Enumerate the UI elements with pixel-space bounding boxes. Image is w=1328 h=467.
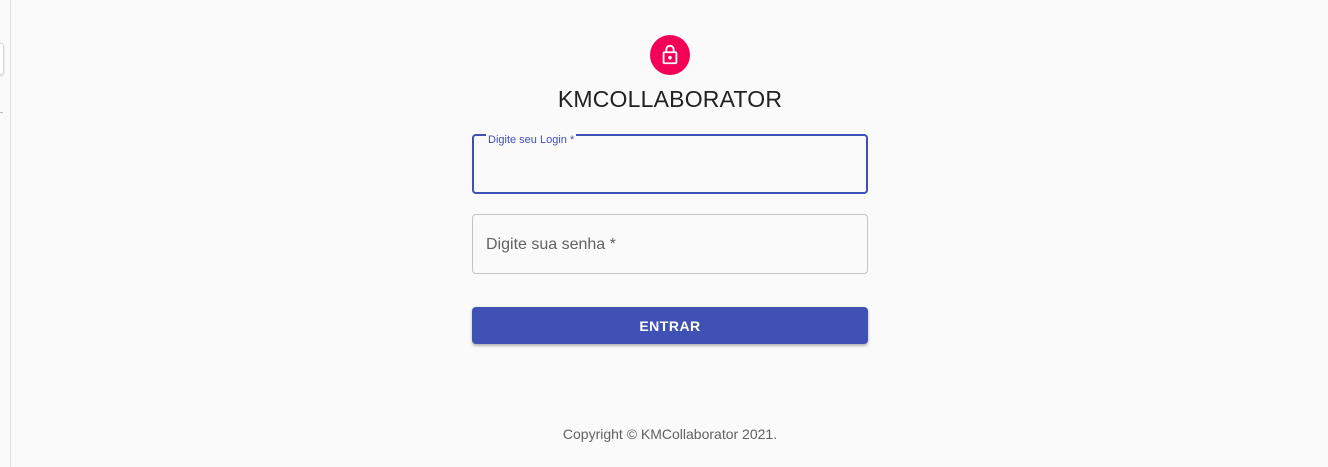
password-field[interactable]: Digite sua senha * bbox=[472, 214, 868, 274]
sidebar-divider bbox=[0, 112, 3, 113]
sidebar-toggle-handle[interactable] bbox=[0, 43, 4, 75]
left-sidebar-edge bbox=[0, 0, 11, 467]
lock-icon bbox=[659, 44, 681, 66]
app-title: KMCOLLABORATOR bbox=[557, 86, 783, 112]
login-field[interactable]: Digite seu Login * bbox=[472, 134, 868, 194]
login-submit-button[interactable]: ENTRAR bbox=[472, 307, 868, 344]
lock-avatar bbox=[650, 35, 690, 75]
copyright-text: Copyright © KMCollaborator 2021. bbox=[562, 426, 778, 442]
login-page: KMCOLLABORATOR Digite seu Login * Digite… bbox=[0, 0, 1328, 467]
login-label: Digite seu Login * bbox=[486, 134, 577, 146]
password-input[interactable] bbox=[473, 215, 867, 273]
